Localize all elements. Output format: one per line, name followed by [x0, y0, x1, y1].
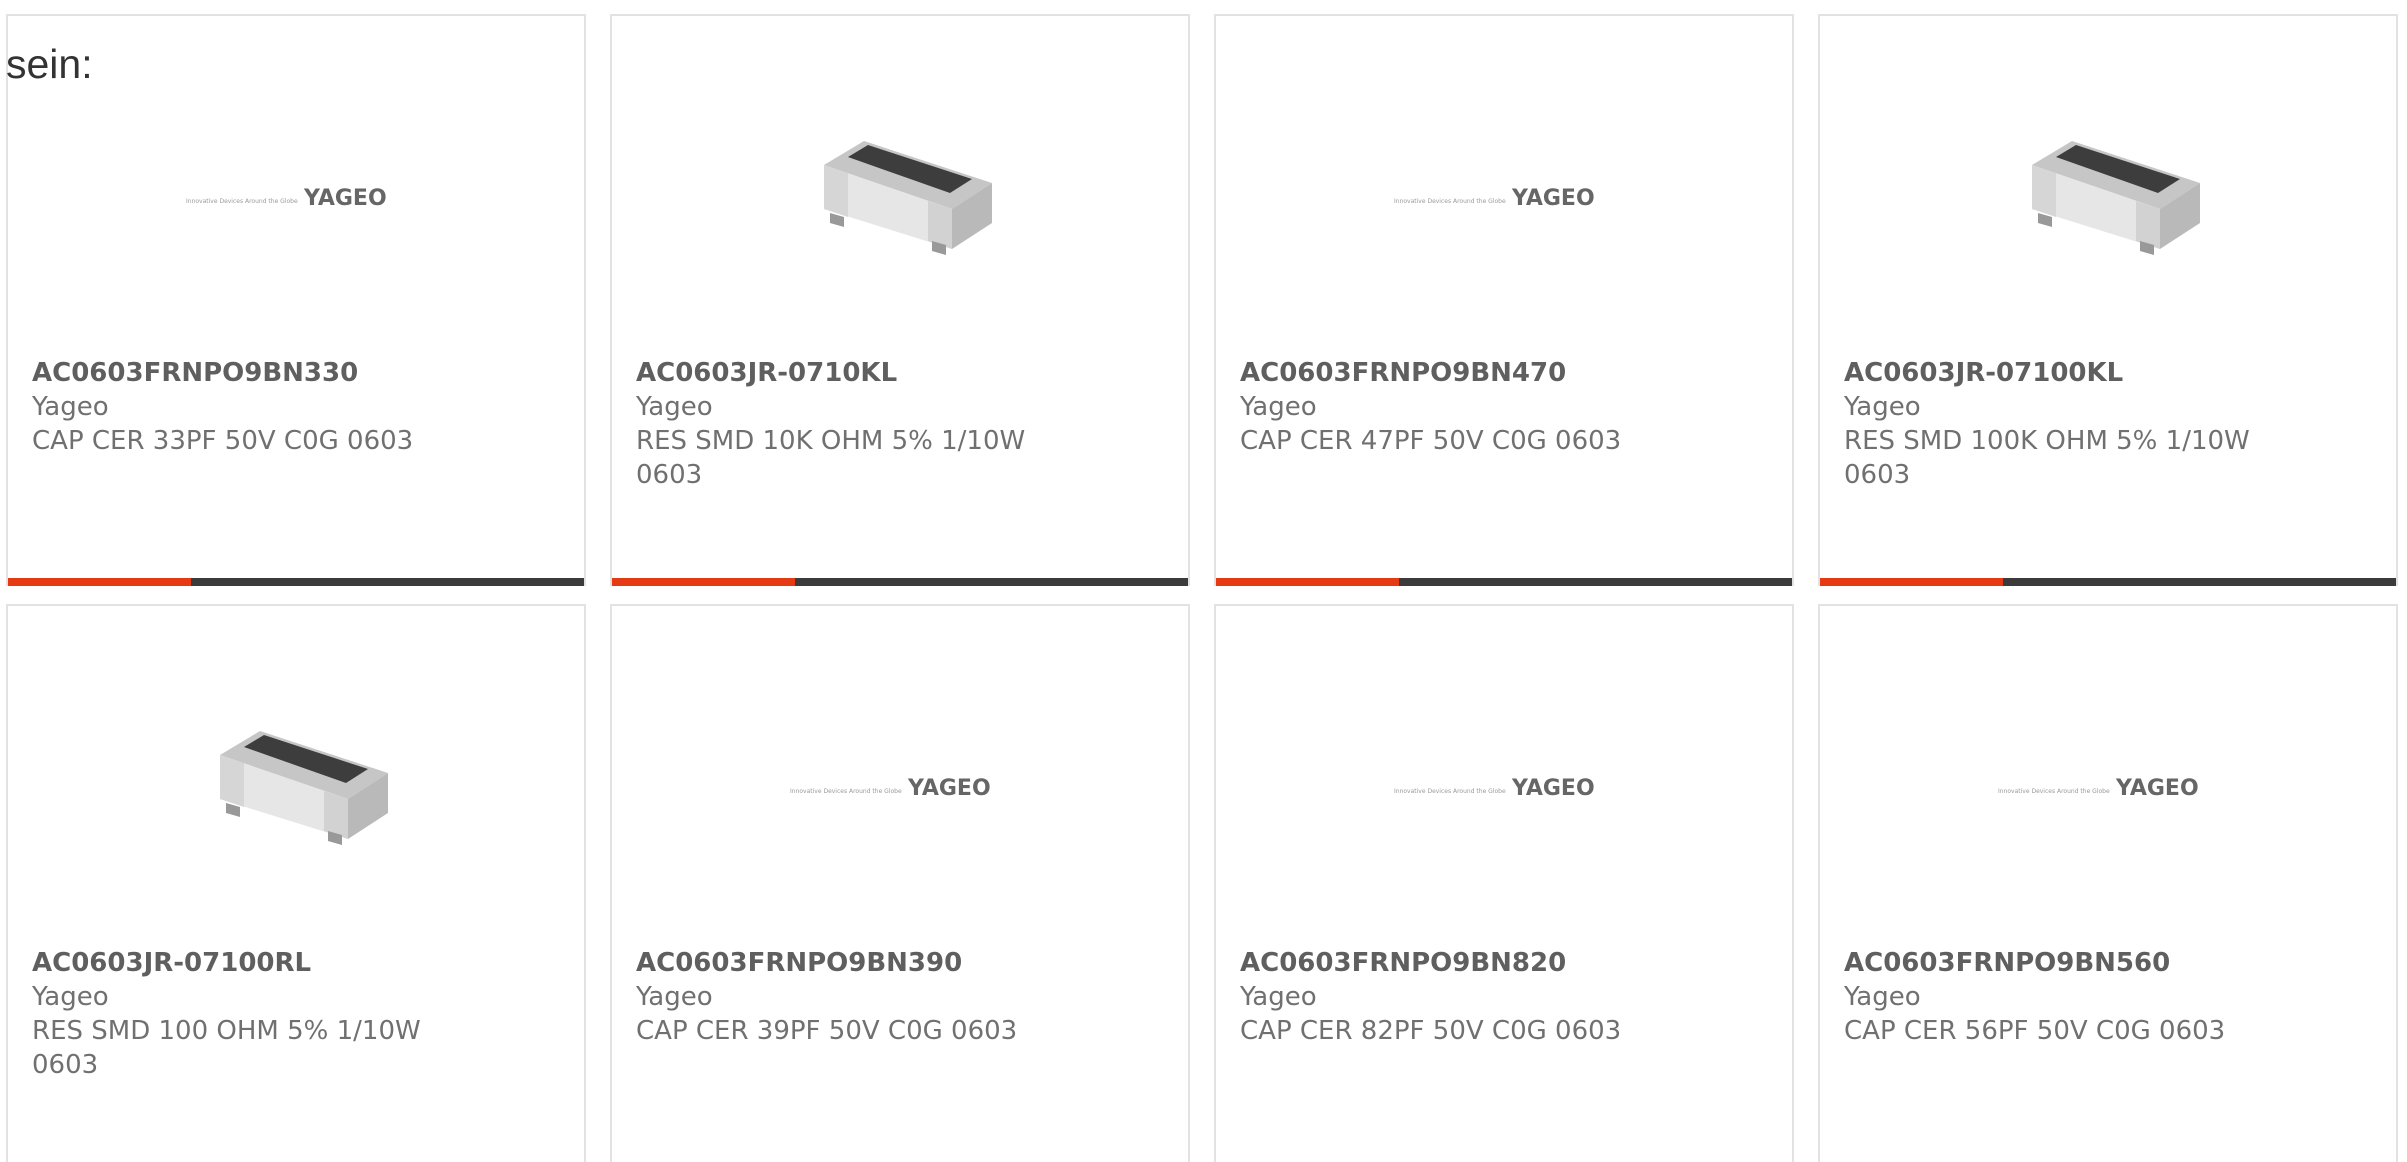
card-bar-accent	[8, 578, 191, 586]
smd-resistor-image	[800, 131, 1000, 261]
card-bar-accent	[612, 578, 795, 586]
product-image[interactable]: Innovative Devices Around the Globe YAGE…	[8, 96, 584, 296]
product-manufacturer: Yageo	[636, 982, 713, 1012]
card-bottom-bar	[1216, 578, 1792, 586]
product-description: CAP CER 33PF 50V C0G 0603	[32, 426, 414, 456]
card-bottom-bar	[8, 578, 584, 586]
logo-tagline: Innovative Devices Around the Globe	[1394, 198, 1506, 205]
card-bottom-bar	[1820, 578, 2396, 586]
logo-brand: YAGEO	[1511, 776, 1595, 801]
product-card[interactable]: AC0603JR-07100KL Yageo RES SMD 100K OHM …	[1818, 14, 2398, 586]
product-part-number[interactable]: AC0603FRNPO9BN560	[1844, 946, 2284, 980]
product-image[interactable]	[1820, 96, 2396, 296]
product-info: AC0603FRNPO9BN330 Yageo CAP CER 33PF 50V…	[32, 356, 472, 458]
product-manufacturer: Yageo	[1240, 982, 1317, 1012]
product-card[interactable]: Innovative Devices Around the Globe YAGE…	[610, 604, 1190, 1162]
product-info: AC0603FRNPO9BN390 Yageo CAP CER 39PF 50V…	[636, 946, 1076, 1048]
yageo-logo-image: Innovative Devices Around the Globe YAGE…	[1394, 771, 1614, 801]
logo-tagline: Innovative Devices Around the Globe	[1394, 788, 1506, 795]
card-bar-accent	[1820, 578, 2003, 586]
product-manufacturer: Yageo	[32, 982, 109, 1012]
yageo-logo-image: Innovative Devices Around the Globe YAGE…	[1394, 181, 1614, 211]
product-image[interactable]: Innovative Devices Around the Globe YAGE…	[1820, 686, 2396, 886]
product-info: AC0603FRNPO9BN820 Yageo CAP CER 82PF 50V…	[1240, 946, 1680, 1048]
product-part-number[interactable]: AC0603FRNPO9BN470	[1240, 356, 1680, 390]
product-image[interactable]: Innovative Devices Around the Globe YAGE…	[612, 686, 1188, 886]
product-card[interactable]: AC0603JR-0710KL Yageo RES SMD 10K OHM 5%…	[610, 14, 1190, 586]
intro-text: sein:	[6, 41, 93, 87]
product-image[interactable]	[8, 686, 584, 886]
product-description: CAP CER 56PF 50V C0G 0603	[1844, 1016, 2226, 1046]
product-card[interactable]: Innovative Devices Around the Globe YAGE…	[1818, 604, 2398, 1162]
logo-brand: YAGEO	[303, 186, 387, 211]
product-description: RES SMD 100 OHM 5% 1/10W 0603	[32, 1016, 421, 1080]
product-description: CAP CER 47PF 50V C0G 0603	[1240, 426, 1622, 456]
product-info: AC0603JR-0710KL Yageo RES SMD 10K OHM 5%…	[636, 356, 1076, 492]
product-description: RES SMD 100K OHM 5% 1/10W 0603	[1844, 426, 2250, 490]
card-bar-accent	[1216, 578, 1399, 586]
product-image[interactable]	[612, 96, 1188, 296]
yageo-logo-image: Innovative Devices Around the Globe YAGE…	[186, 181, 406, 211]
logo-tagline: Innovative Devices Around the Globe	[186, 198, 298, 205]
product-card[interactable]: AC0603JR-07100RL Yageo RES SMD 100 OHM 5…	[6, 604, 586, 1162]
smd-resistor-image	[2008, 131, 2208, 261]
product-part-number[interactable]: AC0603JR-07100KL	[1844, 356, 2284, 390]
product-description: CAP CER 82PF 50V C0G 0603	[1240, 1016, 1622, 1046]
product-card[interactable]: Innovative Devices Around the Globe YAGE…	[1214, 14, 1794, 586]
logo-tagline: Innovative Devices Around the Globe	[790, 788, 902, 795]
product-card[interactable]: Innovative Devices Around the Globe YAGE…	[1214, 604, 1794, 1162]
product-part-number[interactable]: AC0603FRNPO9BN820	[1240, 946, 1680, 980]
product-manufacturer: Yageo	[1844, 392, 1921, 422]
logo-brand: YAGEO	[907, 776, 991, 801]
product-manufacturer: Yageo	[1844, 982, 1921, 1012]
product-info: AC0603FRNPO9BN560 Yageo CAP CER 56PF 50V…	[1844, 946, 2284, 1048]
yageo-logo-image: Innovative Devices Around the Globe YAGE…	[790, 771, 1010, 801]
product-manufacturer: Yageo	[636, 392, 713, 422]
product-part-number[interactable]: AC0603FRNPO9BN330	[32, 356, 472, 390]
logo-tagline: Innovative Devices Around the Globe	[1998, 788, 2110, 795]
yageo-logo-image: Innovative Devices Around the Globe YAGE…	[1998, 771, 2218, 801]
product-image[interactable]: Innovative Devices Around the Globe YAGE…	[1216, 686, 1792, 886]
product-manufacturer: Yageo	[32, 392, 109, 422]
product-card[interactable]: Innovative Devices Around the Globe YAGE…	[6, 14, 586, 586]
product-info: AC0603JR-07100KL Yageo RES SMD 100K OHM …	[1844, 356, 2284, 492]
product-manufacturer: Yageo	[1240, 392, 1317, 422]
product-info: AC0603FRNPO9BN470 Yageo CAP CER 47PF 50V…	[1240, 356, 1680, 458]
product-grid: Innovative Devices Around the Globe YAGE…	[6, 14, 2398, 1162]
product-part-number[interactable]: AC0603JR-07100RL	[32, 946, 472, 980]
card-bottom-bar	[612, 578, 1188, 586]
product-description: RES SMD 10K OHM 5% 1/10W 0603	[636, 426, 1026, 490]
smd-resistor-image	[196, 721, 396, 851]
logo-brand: YAGEO	[2115, 776, 2199, 801]
product-part-number[interactable]: AC0603FRNPO9BN390	[636, 946, 1076, 980]
product-part-number[interactable]: AC0603JR-0710KL	[636, 356, 1076, 390]
product-info: AC0603JR-07100RL Yageo RES SMD 100 OHM 5…	[32, 946, 472, 1082]
logo-brand: YAGEO	[1511, 186, 1595, 211]
product-image[interactable]: Innovative Devices Around the Globe YAGE…	[1216, 96, 1792, 296]
product-description: CAP CER 39PF 50V C0G 0603	[636, 1016, 1018, 1046]
